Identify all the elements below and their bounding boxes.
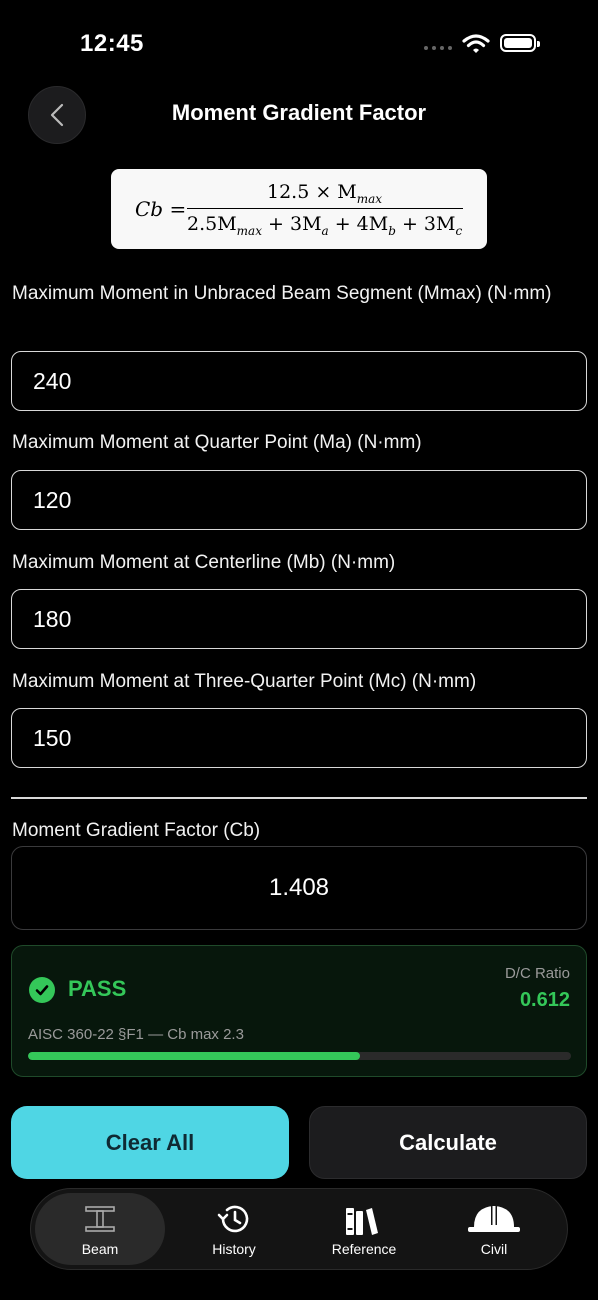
tab-label: Beam bbox=[81, 1241, 119, 1257]
wifi-icon bbox=[462, 33, 490, 60]
mb-label: Maximum Moment at Centerline (Mb) (N·mm) bbox=[12, 552, 396, 573]
dc-ratio-label: D/C Ratio bbox=[504, 965, 570, 982]
tab-bar: Beam History Reference Civil bbox=[30, 1188, 568, 1270]
dc-ratio-value: 0.612 bbox=[519, 989, 570, 1011]
tab-label: History bbox=[212, 1241, 256, 1257]
clear-all-button[interactable]: Clear All bbox=[11, 1106, 289, 1179]
mmax-field[interactable]: 240 bbox=[11, 351, 587, 411]
mc-field[interactable]: 150 bbox=[11, 708, 587, 768]
signal-icon bbox=[424, 46, 452, 50]
tab-history[interactable]: History bbox=[169, 1189, 299, 1269]
tab-civil[interactable]: Civil bbox=[429, 1189, 559, 1269]
result-value: 1.408 bbox=[11, 846, 587, 930]
page-title: Moment Gradient Factor bbox=[171, 100, 427, 125]
code-reference: AISC 360-22 §F1 — Cb max 2.3 bbox=[28, 1026, 244, 1043]
formula-numerator: 12.5 × Mmax bbox=[267, 181, 383, 206]
ma-field[interactable]: 120 bbox=[11, 470, 587, 530]
beam-icon bbox=[83, 1201, 117, 1237]
books-icon bbox=[345, 1201, 383, 1237]
formula-card: Cb = 12.5 × Mmax 2.5Mmax + 3Ma + 4Mb + 3… bbox=[111, 169, 487, 249]
ratio-progress-fill bbox=[28, 1052, 361, 1060]
checkmark-icon bbox=[29, 977, 55, 1003]
ratio-progress-bar bbox=[28, 1052, 571, 1060]
mc-label: Maximum Moment at Three-Quarter Point (M… bbox=[12, 671, 477, 692]
check-card: PASS D/C Ratio 0.612 AISC 360-22 §F1 — C… bbox=[11, 945, 587, 1077]
formula-fraction-bar bbox=[187, 208, 463, 209]
mb-field[interactable]: 180 bbox=[11, 589, 587, 649]
tab-beam[interactable]: Beam bbox=[35, 1193, 165, 1265]
mmax-label: Maximum Moment in Unbraced Beam Segment … bbox=[12, 283, 552, 304]
battery-icon bbox=[500, 34, 540, 52]
tab-label: Reference bbox=[331, 1241, 397, 1257]
hardhat-icon bbox=[466, 1201, 522, 1237]
status-badge: PASS bbox=[68, 976, 127, 1001]
tab-label: Civil bbox=[480, 1241, 508, 1257]
formula-denominator: 2.5Mmax + 3Ma + 4Mb + 3Mc bbox=[187, 213, 463, 238]
result-label: Moment Gradient Factor (Cb) bbox=[12, 820, 261, 841]
formula-lhs: Cb = bbox=[135, 197, 187, 221]
calculate-button[interactable]: Calculate bbox=[309, 1106, 587, 1179]
tab-reference[interactable]: Reference bbox=[299, 1189, 429, 1269]
status-time: 12:45 bbox=[80, 30, 144, 57]
history-icon bbox=[216, 1201, 252, 1237]
ma-label: Maximum Moment at Quarter Point (Ma) (N·… bbox=[12, 432, 422, 453]
divider bbox=[11, 797, 587, 799]
